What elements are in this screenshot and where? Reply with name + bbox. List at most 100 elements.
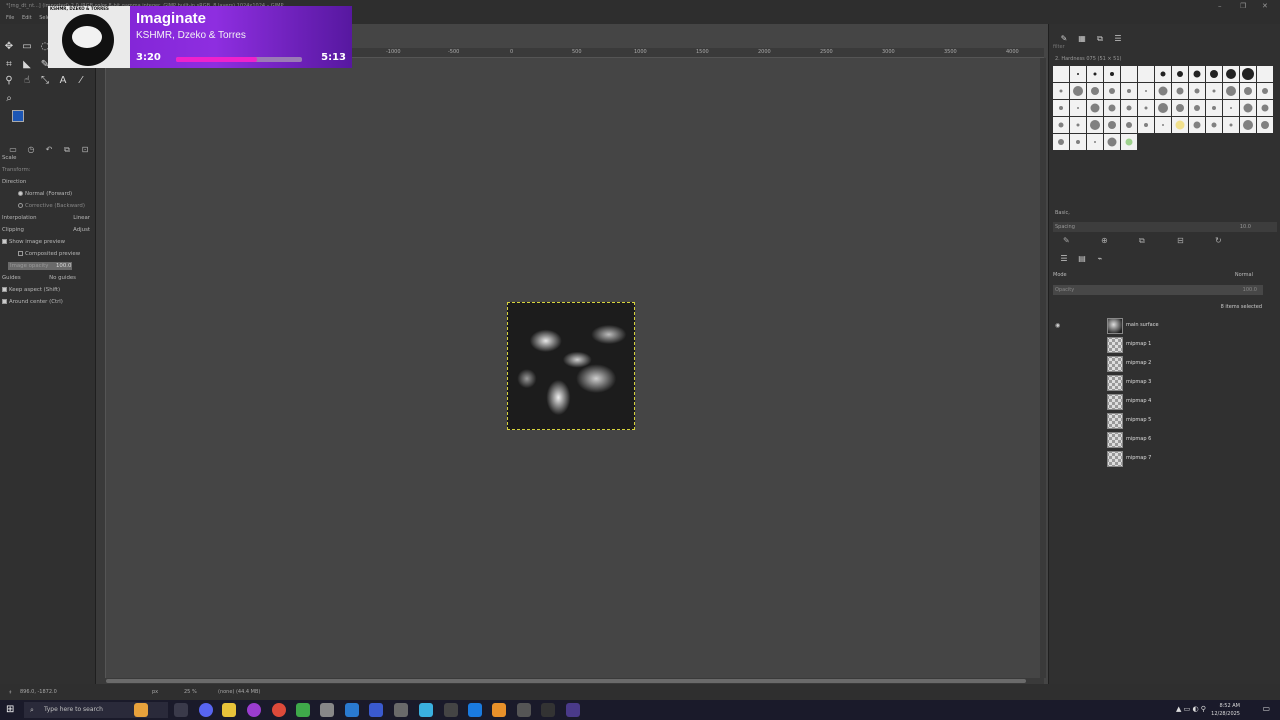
paths-tab-icon[interactable]: ⌁ — [1091, 254, 1109, 263]
app-icon-dark[interactable] — [517, 703, 531, 717]
app-icon-blue[interactable] — [369, 703, 383, 717]
brush-swatch[interactable] — [1223, 100, 1239, 116]
brush-swatch[interactable] — [1121, 66, 1137, 82]
layer-visibility-icon[interactable]: ◉ — [1055, 316, 1060, 335]
brush-swatch[interactable] — [1257, 83, 1273, 99]
brush-swatch[interactable] — [1172, 66, 1188, 82]
brush-swatch[interactable] — [1189, 100, 1205, 116]
brush-swatch[interactable] — [1240, 83, 1256, 99]
brush-swatch[interactable] — [1206, 117, 1222, 133]
brush-swatch[interactable] — [1155, 100, 1171, 116]
brush-swatch[interactable] — [1172, 100, 1188, 116]
brush-swatch[interactable] — [1172, 117, 1188, 133]
refresh-brushes-icon[interactable]: ↻ — [1215, 236, 1253, 245]
mode-select[interactable]: Normal — [1235, 270, 1253, 280]
brush-swatch[interactable] — [1155, 83, 1171, 99]
brush-swatch[interactable] — [1070, 117, 1086, 133]
quick-mask-icon[interactable]: ⍖ — [8, 684, 12, 700]
brush-swatch[interactable] — [1104, 83, 1120, 99]
text-tool-icon[interactable]: A — [56, 74, 70, 88]
brush-swatch[interactable] — [1172, 83, 1188, 99]
app-icon-black[interactable] — [541, 703, 555, 717]
canvas-area[interactable] — [106, 58, 1040, 678]
layer-row[interactable]: mipmap 5 — [1049, 411, 1280, 430]
gimp-icon[interactable] — [394, 703, 408, 717]
brush-swatch[interactable] — [1155, 66, 1171, 82]
around-center-checkbox[interactable] — [2, 299, 7, 304]
brush-swatch[interactable] — [1053, 100, 1069, 116]
brush-swatch[interactable] — [1087, 134, 1103, 150]
brush-swatch[interactable] — [1070, 100, 1086, 116]
brush-swatch[interactable] — [1070, 83, 1086, 99]
patterns-tab-icon[interactable]: ▦ — [1073, 34, 1091, 43]
minimize-button[interactable]: – — [1218, 0, 1222, 12]
chrome-icon[interactable] — [272, 703, 286, 717]
smudge-tool-icon[interactable]: ☝ — [20, 74, 34, 88]
composited-preview-checkbox[interactable] — [18, 251, 23, 256]
brush-swatch[interactable] — [1138, 66, 1154, 82]
scale-tool-icon[interactable]: ⤡ — [38, 74, 52, 88]
brush-swatch[interactable] — [1121, 83, 1137, 99]
app-icon-cyan[interactable] — [419, 703, 433, 717]
brush-spacing-slider[interactable]: Spacing 10.0 — [1053, 222, 1277, 232]
image-canvas[interactable] — [507, 302, 635, 430]
playback-progress-bar[interactable] — [176, 57, 302, 62]
layer-row[interactable]: mipmap 7 — [1049, 449, 1280, 468]
app-icon-orange[interactable] — [492, 703, 506, 717]
brush-swatch[interactable] — [1155, 117, 1171, 133]
brush-swatch[interactable] — [1087, 66, 1103, 82]
brush-swatch[interactable] — [1070, 66, 1086, 82]
system-tray-icons[interactable]: ▲ ▭ ◐ ⚲ — [1176, 705, 1206, 713]
windows-start-icon[interactable]: ⊞ — [6, 704, 18, 716]
brush-swatch[interactable] — [1053, 117, 1069, 133]
brush-swatch[interactable] — [1104, 66, 1120, 82]
move-tool-icon[interactable]: ✥ — [2, 40, 16, 54]
brush-swatch[interactable] — [1104, 100, 1120, 116]
document-history-tab-icon[interactable]: ☰ — [1109, 34, 1127, 43]
task-view-icon[interactable] — [174, 703, 188, 717]
scrollbar-thumb[interactable] — [106, 679, 1026, 683]
edit-brush-icon[interactable]: ✎ — [1063, 236, 1101, 245]
brush-swatch[interactable] — [1104, 117, 1120, 133]
brush-swatch[interactable] — [1121, 100, 1137, 116]
vertical-ruler[interactable] — [96, 58, 106, 678]
brush-swatch[interactable] — [1138, 117, 1154, 133]
maximize-button[interactable]: ❐ — [1240, 0, 1246, 12]
menu-edit[interactable]: Edit — [22, 15, 32, 21]
brush-swatch[interactable] — [1257, 100, 1273, 116]
notepad-icon[interactable] — [320, 703, 334, 717]
close-button[interactable]: ✕ — [1262, 0, 1268, 12]
brush-swatch[interactable] — [1257, 66, 1273, 82]
delete-brush-icon[interactable]: ⊟ — [1177, 236, 1215, 245]
app-icon-purple[interactable] — [566, 703, 580, 717]
layer-row[interactable]: mipmap 2 — [1049, 354, 1280, 373]
layer-row[interactable]: mipmap 6 — [1049, 430, 1280, 449]
unit-select[interactable]: px — [152, 684, 158, 700]
brushes-tab-icon[interactable]: ✎ — [1055, 34, 1073, 43]
brush-swatch[interactable] — [1223, 83, 1239, 99]
brush-swatch[interactable] — [1138, 100, 1154, 116]
brush-swatch[interactable] — [1189, 66, 1205, 82]
direction-backward-radio[interactable] — [18, 203, 23, 208]
interpolation-select[interactable]: Linear — [73, 212, 90, 224]
color-picker-tool-icon[interactable]: ⁄ — [74, 74, 88, 88]
zoom-tool-icon[interactable]: ⌕ — [2, 92, 16, 106]
vertical-scrollbar[interactable] — [1040, 58, 1046, 678]
brush-swatch[interactable] — [1240, 66, 1256, 82]
clock[interactable]: 8:52 AM 12/28/2025 — [1211, 702, 1240, 718]
keep-aspect-checkbox[interactable] — [2, 287, 7, 292]
brush-swatch[interactable] — [1206, 100, 1222, 116]
brush-swatch[interactable] — [1121, 117, 1137, 133]
brush-tag-field[interactable]: Basic, — [1055, 210, 1070, 216]
brush-swatch[interactable] — [1223, 117, 1239, 133]
brush-swatch[interactable] — [1189, 117, 1205, 133]
layer-opacity-slider[interactable]: Opacity 100.0 — [1053, 285, 1263, 295]
brush-swatch[interactable] — [1070, 134, 1086, 150]
guides-select[interactable]: No guides — [49, 272, 76, 284]
media-app-icon[interactable] — [247, 703, 261, 717]
brush-swatch[interactable] — [1087, 100, 1103, 116]
search-highlight-icon[interactable] — [134, 703, 148, 717]
app-icon-gray[interactable] — [444, 703, 458, 717]
brush-swatch[interactable] — [1240, 100, 1256, 116]
layer-row[interactable]: mipmap 3 — [1049, 373, 1280, 392]
